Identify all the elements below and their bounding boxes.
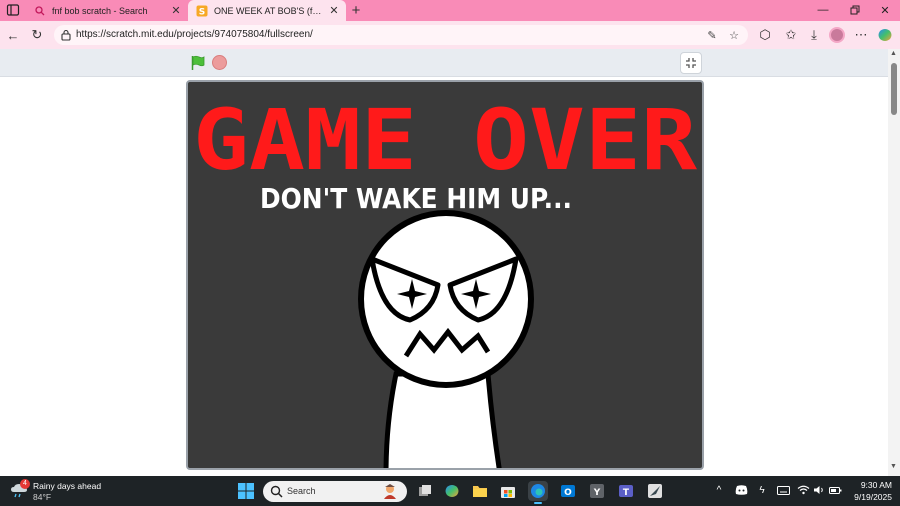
close-tab-icon[interactable]: ✕ bbox=[168, 3, 184, 19]
chevron-up-icon[interactable]: ^ bbox=[712, 483, 726, 497]
svg-text:T: T bbox=[623, 488, 630, 498]
search-icon bbox=[34, 5, 46, 17]
app-y-icon[interactable]: Y bbox=[587, 481, 607, 501]
profile-avatar[interactable] bbox=[829, 27, 845, 43]
scroll-up-icon[interactable]: ▲ bbox=[890, 50, 897, 57]
svg-text:O: O bbox=[564, 488, 572, 498]
notification-badge: 4 bbox=[20, 479, 30, 489]
game-over-title: GAME OVER bbox=[193, 91, 697, 189]
downloads-icon[interactable]: ⤓ bbox=[805, 26, 823, 44]
project-stage[interactable]: GAME OVER DON'T WAKE HIM UP... bbox=[186, 80, 704, 470]
tab-scratch-project[interactable]: S ONE WEEK AT BOB'S (full version) ✕ bbox=[188, 0, 346, 21]
favorite-star-icon[interactable]: ☆ bbox=[726, 27, 742, 43]
green-flag-icon[interactable] bbox=[190, 55, 206, 71]
back-arrow-icon[interactable]: ← bbox=[4, 26, 22, 44]
taskbar-search-box[interactable]: Search bbox=[263, 481, 407, 502]
keyboard-icon[interactable] bbox=[776, 483, 790, 497]
refresh-icon[interactable]: ↻ bbox=[28, 26, 46, 44]
more-menu-icon[interactable]: ⋯ bbox=[852, 26, 870, 44]
power-mode-icon[interactable]: ϟ bbox=[755, 483, 769, 497]
new-tab-button[interactable]: + bbox=[348, 2, 364, 19]
minimize-icon[interactable]: — bbox=[814, 2, 832, 18]
microsoft-store-icon[interactable] bbox=[498, 481, 518, 501]
search-placeholder: Search bbox=[287, 486, 316, 496]
windows-start-icon[interactable] bbox=[237, 482, 255, 500]
url-text[interactable]: https://scratch.mit.edu/projects/9740758… bbox=[76, 29, 313, 40]
close-window-icon[interactable]: ✕ bbox=[876, 2, 894, 18]
outlook-icon[interactable]: O bbox=[558, 481, 578, 501]
page-scrollbar[interactable]: ▲ ▼ bbox=[888, 49, 900, 476]
stage-controls bbox=[0, 49, 888, 77]
task-view-icon[interactable] bbox=[415, 481, 435, 501]
restore-icon[interactable] bbox=[846, 2, 864, 18]
clock-time: 9:30 AM bbox=[860, 480, 892, 490]
weather-temperature: 84°F bbox=[33, 492, 52, 502]
bob-character bbox=[358, 210, 534, 468]
tab-strip: fnf bob scratch - Search ✕ S ONE WEEK AT… bbox=[0, 0, 900, 21]
clock-date: 9/19/2025 bbox=[854, 492, 892, 502]
system-clock[interactable]: 9:30 AM 9/19/2025 bbox=[838, 479, 892, 503]
svg-text:S: S bbox=[199, 7, 205, 17]
app-launcher-icon[interactable] bbox=[645, 481, 665, 501]
tab-title: ONE WEEK AT BOB'S (full version) bbox=[214, 5, 326, 16]
teams-icon[interactable]: T bbox=[616, 481, 636, 501]
weather-title: Rainy days ahead bbox=[33, 481, 102, 491]
tab-title: fnf bob scratch - Search bbox=[52, 5, 148, 16]
edit-icon[interactable]: ✎ bbox=[704, 27, 720, 43]
exit-fullscreen-icon bbox=[686, 58, 696, 68]
copilot-icon[interactable] bbox=[876, 26, 894, 44]
address-bar[interactable]: https://scratch.mit.edu/projects/9740758… bbox=[54, 25, 748, 45]
windows-taskbar: 4 Rainy days ahead 84°F Search O Y T ^ ϟ… bbox=[0, 476, 900, 506]
game-over-subtitle: DON'T WAKE HIM UP... bbox=[260, 182, 572, 215]
volume-icon[interactable] bbox=[812, 483, 826, 497]
stage-canvas: GAME OVER DON'T WAKE HIM UP... bbox=[193, 91, 697, 468]
copilot-app-icon[interactable] bbox=[442, 481, 462, 501]
wifi-icon[interactable] bbox=[796, 483, 810, 497]
scroll-down-icon[interactable]: ▼ bbox=[890, 463, 897, 470]
edge-browser-icon[interactable] bbox=[528, 481, 548, 504]
weather-widget[interactable]: 4 Rainy days ahead 84°F bbox=[10, 479, 120, 503]
stop-button[interactable] bbox=[212, 55, 227, 70]
page-content: GAME OVER DON'T WAKE HIM UP... bbox=[0, 49, 888, 476]
file-explorer-icon[interactable] bbox=[470, 481, 490, 501]
lock-icon[interactable] bbox=[59, 28, 73, 42]
exit-fullscreen-button[interactable] bbox=[680, 52, 702, 74]
scroll-thumb[interactable] bbox=[891, 63, 897, 115]
browser-toolbar: ← ↻ https://scratch.mit.edu/projects/974… bbox=[0, 21, 900, 49]
tab-actions-icon[interactable] bbox=[6, 3, 20, 17]
tab-search[interactable]: fnf bob scratch - Search ✕ bbox=[26, 0, 188, 21]
scratch-icon: S bbox=[196, 5, 208, 17]
search-highlight-icon bbox=[384, 484, 396, 499]
search-icon bbox=[270, 485, 283, 498]
discord-icon[interactable] bbox=[734, 483, 748, 497]
extensions-icon[interactable]: ⬡ bbox=[756, 26, 774, 44]
favorites-icon[interactable]: ✩ bbox=[782, 26, 800, 44]
close-tab-icon[interactable]: ✕ bbox=[326, 3, 342, 19]
svg-text:Y: Y bbox=[593, 488, 601, 498]
